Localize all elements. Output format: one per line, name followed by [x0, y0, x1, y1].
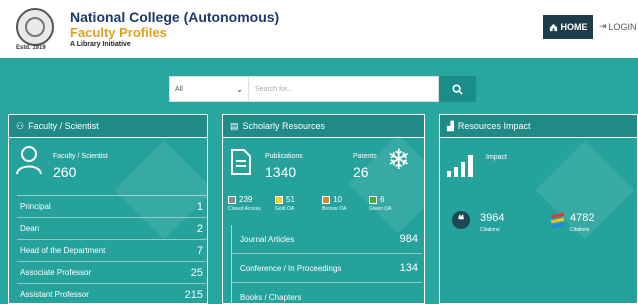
users-icon: ⚇: [16, 120, 25, 131]
faculty-card: ⚇ Faculty / Scientist Faculty / Scientis…: [8, 114, 208, 304]
citations-value-2: 4782: [570, 212, 595, 224]
scholarly-card-header: ▤ Scholarly Resources: [223, 115, 424, 138]
list-item[interactable]: Dean 2: [17, 218, 207, 240]
closed-access-swatch: [228, 195, 236, 204]
publications-count: 1340: [265, 164, 297, 180]
faculty-count: 260: [53, 164, 77, 180]
oa-gold: 51 Gold OA: [275, 195, 295, 212]
login-link[interactable]: ⇥ LOGIN: [599, 21, 637, 32]
faculty-card-header: ⚇ Faculty / Scientist: [9, 115, 207, 138]
patents-count: 26: [353, 164, 369, 180]
quote-icon: ❝: [452, 211, 470, 229]
impact-card-header: ▟ Resources Impact: [440, 115, 637, 138]
scholarly-card-title: Scholarly Resources: [242, 121, 326, 131]
bronze-oa-swatch: [322, 195, 330, 204]
search-button[interactable]: [439, 76, 476, 102]
category-select[interactable]: All ⌄: [169, 76, 249, 102]
gold-oa-swatch: [275, 195, 283, 204]
user-icon: [16, 146, 42, 175]
oa-green: 6 Green OA: [369, 195, 392, 212]
search-input[interactable]: Search for...: [249, 76, 439, 102]
home-button[interactable]: HOME: [543, 15, 593, 39]
impact-label: Impact: [486, 154, 508, 161]
citations-value-1: 3964: [480, 212, 505, 224]
designation-list: Principal 1 Dean 2 Head of the Department 7…: [17, 195, 207, 303]
layers-icon: [550, 212, 565, 229]
header: Estd. 1919 National College (Autonomous)…: [0, 0, 638, 58]
oa-bronze: 10 Bronze OA: [322, 195, 347, 212]
signal-bars-icon: [447, 155, 473, 177]
faculty-count-label: Faculty / Scientist: [53, 153, 108, 160]
tagline: A Library Initiative: [70, 41, 131, 48]
estd-label: Estd. 1919: [16, 45, 46, 51]
select-value: All: [175, 85, 183, 93]
list-item[interactable]: Assistant Professor 215: [17, 284, 207, 303]
impact-card-title: Resources Impact: [457, 121, 531, 131]
citations-label-2: Citations: [570, 227, 590, 233]
home-icon: [549, 23, 557, 31]
publications-label: Publications: [265, 153, 303, 160]
college-title: National College (Autonomous): [70, 9, 280, 25]
citations-label-1: Citations: [480, 227, 500, 233]
login-icon: ⇥: [599, 21, 607, 31]
green-oa-swatch: [369, 195, 377, 204]
college-logo: [16, 8, 54, 46]
publication-type-list: Journal Articles 984 Conference / In Proc…: [231, 225, 422, 303]
list-item[interactable]: Conference / In Proceedings 134: [232, 254, 422, 283]
list-item[interactable]: Journal Articles 984: [232, 225, 422, 254]
faculty-card-title: Faculty / Scientist: [28, 121, 99, 131]
impact-card: ▟ Resources Impact Impact ❝ 3964 Citatio…: [439, 114, 638, 304]
search-bar: All ⌄ Search for...: [169, 76, 476, 102]
site-subtitle: Faculty Profiles: [70, 25, 167, 40]
list-item[interactable]: Associate Professor 25: [17, 262, 207, 284]
file-text-icon: [231, 149, 251, 175]
document-icon: ▤: [230, 120, 239, 131]
home-label: HOME: [560, 22, 588, 32]
login-label: LOGIN: [608, 21, 637, 32]
snowflake-icon: ❄: [387, 144, 411, 175]
bar-chart-icon: ▟: [447, 120, 454, 131]
scholarly-card: ▤ Scholarly Resources Publications 1340 …: [222, 114, 425, 304]
search-icon: [452, 83, 463, 95]
patents-label: Patents: [353, 153, 377, 160]
oa-closed: 239 Closed Access: [228, 195, 261, 212]
chevron-down-icon: ⌄: [236, 84, 243, 94]
list-item[interactable]: Principal 1: [17, 196, 207, 218]
list-item[interactable]: Head of the Department 7: [17, 240, 207, 262]
